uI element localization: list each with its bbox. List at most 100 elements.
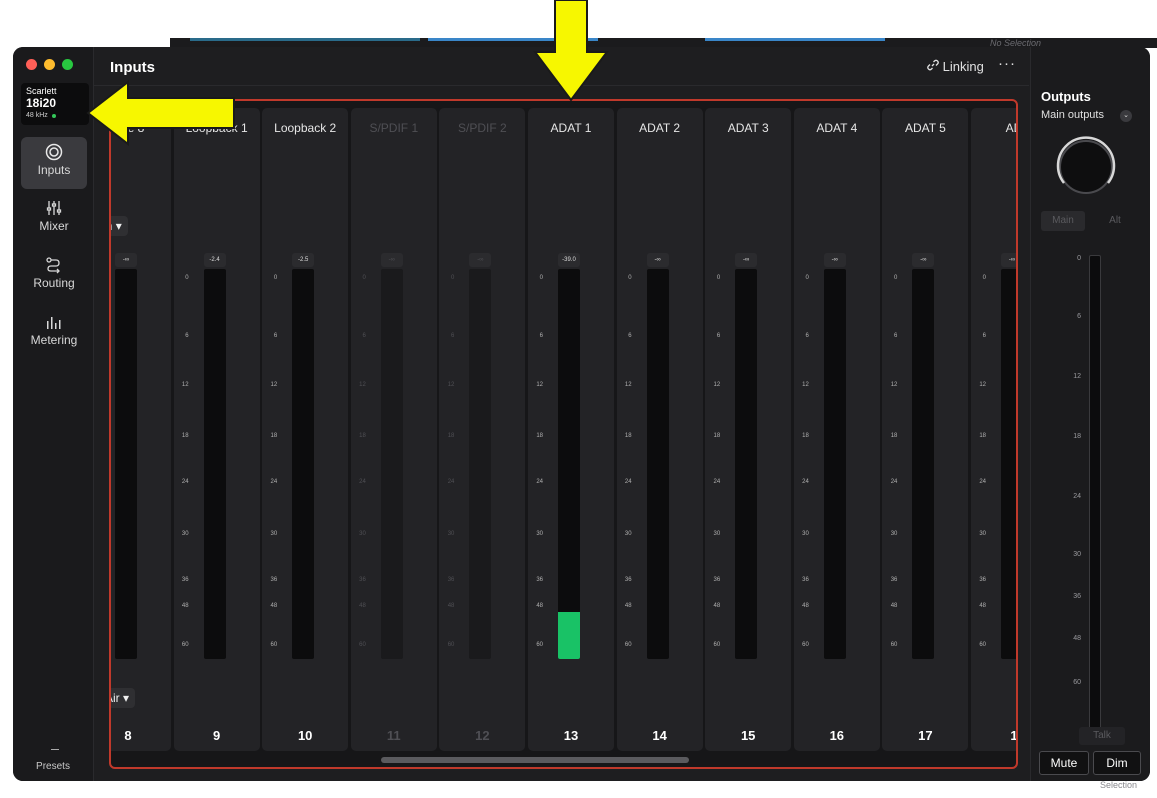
sidebar-item-routing[interactable]: Routing	[21, 250, 87, 302]
channel-strip[interactable]: Loopback 2 -2.5 0 6 12 18 24 30 36 48 60 10	[262, 108, 349, 751]
channel-strip[interactable]: Line 8-∞06121824303648608o Gain ▾+48VeAi…	[111, 108, 171, 751]
zoom-window-button[interactable]	[62, 59, 73, 70]
device-brand: Scarlett	[26, 86, 57, 96]
meter-scale-label: 36	[359, 577, 366, 583]
channel-strip[interactable]: AD -∞ 0 6 12 18 24 30 36 48 60 1	[971, 108, 1016, 751]
meter-scale-label: 0	[273, 275, 278, 281]
linking-button[interactable]: Linking	[927, 59, 984, 74]
talk-button[interactable]: Talk	[1079, 727, 1125, 745]
channel-strip[interactable]: ADAT 2 -∞ 0 6 12 18 24 30 36 48 60 14	[616, 108, 703, 751]
meter-scale-label: 48	[536, 603, 543, 609]
meter-scale-label: 24	[536, 479, 543, 485]
sample-rate: 48 kHz	[26, 112, 48, 119]
auto-gain-dropdown[interactable]: o Gain ▾	[111, 216, 128, 236]
channel-name[interactable]: S/PDIF 2	[439, 121, 525, 135]
channel-name[interactable]: ADAT 1	[528, 121, 614, 135]
meter-scale-label: 30	[181, 531, 189, 537]
output-scale-label: 48	[1073, 635, 1081, 642]
air-dropdown[interactable]: Air ▾	[111, 688, 136, 708]
channel-name[interactable]: ADAT 5	[882, 121, 968, 135]
channel-level-meter	[558, 269, 580, 659]
annotation-arrow-down	[533, 0, 609, 102]
output-scale-label: 60	[1073, 679, 1081, 686]
sidebar: Scarlett 18i20 48 kHz Inputs Mixer Routi…	[13, 47, 94, 781]
channel-strip[interactable]: ADAT 4 -∞ 0 6 12 18 24 30 36 48 60 16	[793, 108, 880, 751]
meter-scale-label: 24	[713, 479, 721, 485]
horizontal-scrollbar[interactable]	[381, 757, 689, 763]
meter-scale-label: 60	[536, 642, 543, 648]
peak-level-readout: -∞	[115, 253, 137, 267]
sidebar-item-metering[interactable]: Metering	[21, 307, 87, 359]
device-selector[interactable]: Scarlett 18i20 48 kHz	[21, 83, 89, 125]
meter-scale-label: 48	[359, 603, 366, 609]
channel-strip[interactable]: Loopback 1-2.406121824303648609	[173, 108, 260, 751]
channel-level-meter	[1001, 269, 1016, 659]
close-window-button[interactable]	[26, 59, 37, 70]
channel-name[interactable]: ADAT 4	[794, 121, 880, 135]
meter-scale-label: 18	[979, 433, 986, 439]
output-scale-label: 6	[1077, 313, 1081, 320]
meter-scale-label: 12	[713, 382, 721, 388]
channel-number: 9	[212, 728, 221, 743]
channel-number: 13	[563, 728, 579, 743]
meter-scale-label: 24	[979, 479, 986, 485]
channel-level-meter	[735, 269, 758, 659]
channel-name[interactable]: ADAT 2	[617, 121, 703, 135]
presets-button[interactable]: Presets	[13, 761, 93, 772]
meter-scale-label: 60	[270, 642, 278, 648]
auto-gain-label: o Gain	[111, 219, 112, 233]
meter-scale-label: 30	[802, 531, 809, 537]
output-selector[interactable]: Main outputs	[1041, 109, 1104, 121]
channel-strip[interactable]: ADAT 1 -39.0 0 6 12 18 24 30 36 48 60 13	[528, 108, 614, 751]
output-scale-label: 24	[1073, 493, 1081, 500]
phantom-power-button[interactable]: +48V	[111, 663, 112, 683]
inputs-icon	[21, 137, 87, 163]
dim-button[interactable]: Dim	[1093, 751, 1141, 775]
channel-name[interactable]: S/PDIF 1	[351, 121, 437, 135]
main-output-button[interactable]: Main	[1041, 211, 1085, 231]
background-selection-label: Selection	[1100, 780, 1138, 790]
meter-scale-label: 0	[716, 275, 721, 281]
meter-scale-label: 60	[713, 642, 721, 648]
more-options-button[interactable]: ···	[998, 55, 1016, 72]
sidebar-item-mixer[interactable]: Mixer	[21, 193, 87, 245]
meter-scale-label: 24	[181, 479, 189, 485]
output-scale-label: 36	[1073, 593, 1081, 600]
main-volume-knob[interactable]	[1056, 136, 1116, 194]
channel-strip[interactable]: ADAT 3 -∞ 0 6 12 18 24 30 36 48 60 15	[705, 108, 792, 751]
peak-level-readout: -∞	[469, 253, 492, 267]
meter-scale-label: 18	[447, 433, 455, 439]
meter-scale-label: 36	[181, 577, 189, 583]
presets-icon	[51, 749, 59, 750]
meter-scale-label: 12	[536, 382, 543, 388]
meter-scale-label: 18	[181, 433, 189, 439]
meter-scale-label: 6	[716, 333, 721, 339]
minimize-window-button[interactable]	[44, 59, 55, 70]
channel-strip[interactable]: ADAT 5 -∞ 0 6 12 18 24 30 36 48 60 17	[882, 108, 969, 751]
peak-level-readout: -∞	[1001, 253, 1016, 267]
channel-strip[interactable]: S/PDIF 1 -∞ 0 6 12 18 24 30 36 48 60 11	[350, 108, 437, 751]
meter-scale-label: 36	[624, 577, 632, 583]
channel-name[interactable]: AD	[971, 121, 1016, 135]
channel-name[interactable]: Loopback 2	[262, 121, 348, 135]
sidebar-item-label: Metering	[30, 333, 78, 347]
channel-level-meter	[823, 269, 846, 659]
meter-scale-label: 60	[447, 642, 455, 648]
outputs-panel: Outputs Main outputs ⌄ Main Alt 0 6 12 18 24…	[1030, 47, 1150, 781]
meter-scale-label: 24	[624, 479, 632, 485]
meter-scale-label: 18	[536, 433, 543, 439]
channel-name[interactable]: ADAT 3	[705, 121, 791, 135]
meter-scale-label: 6	[805, 333, 809, 339]
meter-scale-label: 30	[713, 531, 721, 537]
channel-level-meter	[203, 269, 226, 659]
peak-level-readout: -∞	[735, 253, 758, 267]
sidebar-item-inputs[interactable]: Inputs	[21, 137, 87, 189]
chevron-down-icon[interactable]: ⌄	[1120, 110, 1132, 122]
channel-strip[interactable]: S/PDIF 2 -∞ 0 6 12 18 24 30 36 48 60 12	[439, 108, 526, 751]
alt-output-button[interactable]: Alt	[1097, 211, 1133, 231]
meter-scale-label: 0	[894, 275, 898, 281]
meter-scale-label: 6	[982, 333, 986, 339]
meter-scale-label: 30	[890, 531, 898, 537]
meter-scale-label: 30	[270, 531, 278, 537]
mute-button[interactable]: Mute	[1039, 751, 1089, 775]
